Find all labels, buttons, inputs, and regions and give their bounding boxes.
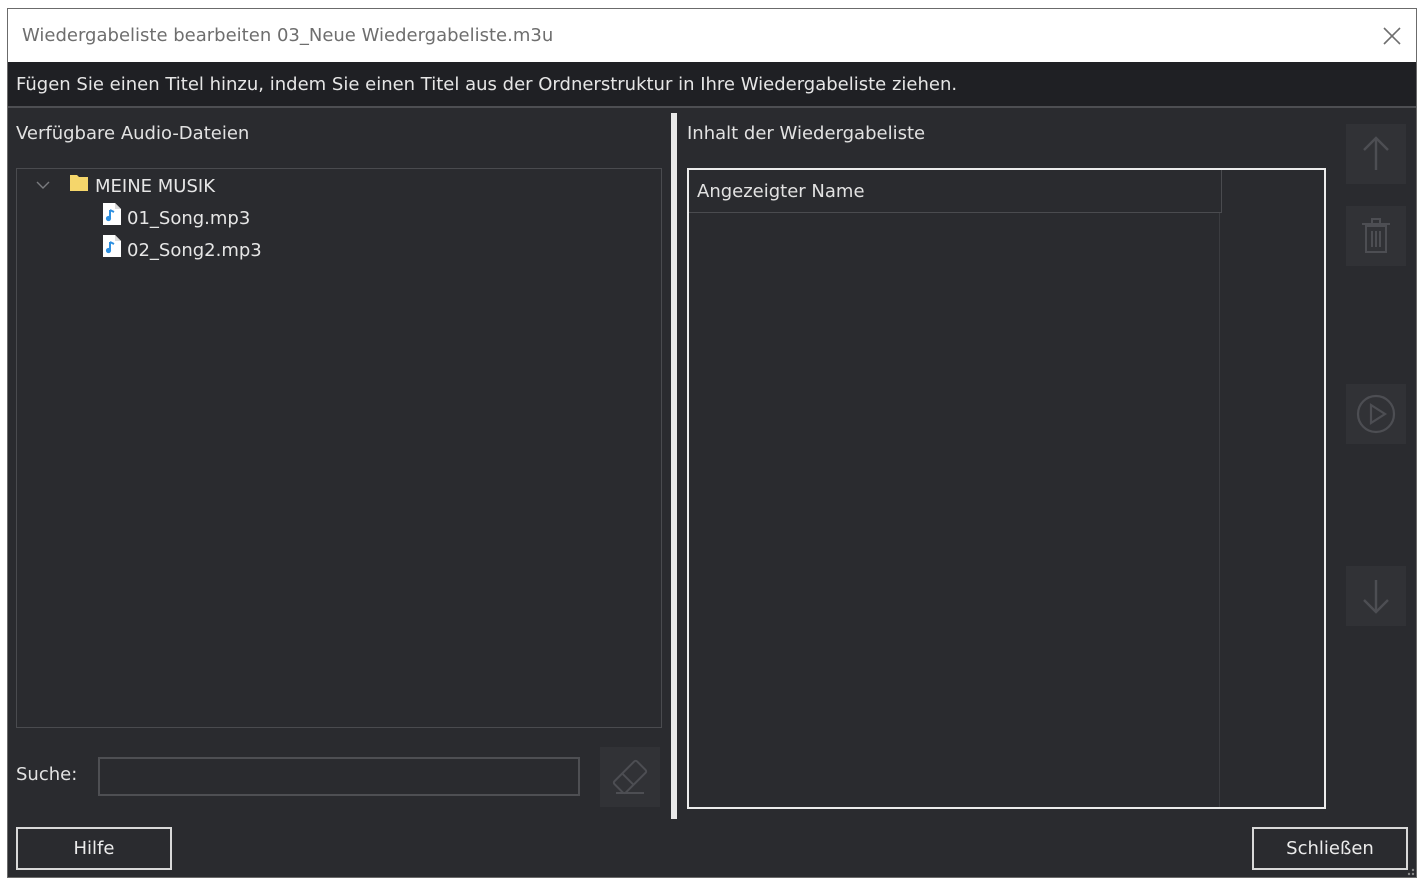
file-label: 01_Song.mp3 <box>127 208 251 229</box>
folder-tree[interactable]: MEINE MUSIK 01_Song.mp3 02_Song2.mp3 <box>16 168 662 728</box>
column-header-display-name[interactable]: Angezeigter Name <box>689 170 1222 213</box>
close-icon <box>1383 27 1401 45</box>
delete-icon <box>1362 218 1390 253</box>
search-input[interactable] <box>98 757 580 796</box>
move-down-button[interactable] <box>1346 566 1406 626</box>
resize-grip-icon[interactable] <box>1400 861 1416 877</box>
play-button[interactable] <box>1346 384 1406 444</box>
folder-label: MEINE MUSIK <box>95 176 216 197</box>
help-button[interactable]: Hilfe <box>16 827 172 870</box>
audio-file-icon <box>101 234 123 268</box>
playlist-table[interactable]: Angezeigter Name <box>687 168 1326 809</box>
close-dialog-button[interactable]: Schließen <box>1252 827 1408 870</box>
move-up-button[interactable] <box>1346 124 1406 184</box>
available-files-label: Verfügbare Audio-Dateien <box>16 123 250 144</box>
file-label: 02_Song2.mp3 <box>127 240 262 261</box>
move-up-icon <box>1363 136 1389 170</box>
playlist-content-label: Inhalt der Wiedergabeliste <box>687 123 926 144</box>
eraser-icon <box>612 759 648 795</box>
play-icon <box>1356 394 1396 434</box>
search-label: Suche: <box>16 764 78 785</box>
folder-icon <box>67 170 91 204</box>
clear-search-button[interactable] <box>600 747 660 807</box>
close-button[interactable] <box>1374 18 1410 54</box>
window-title: Wiedergabeliste bearbeiten 03_Neue Wiede… <box>22 25 554 46</box>
title-bar: Wiedergabeliste bearbeiten 03_Neue Wiede… <box>8 9 1416 62</box>
instruction-text: Fügen Sie einen Titel hinzu, indem Sie e… <box>8 62 1416 108</box>
chevron-down-icon[interactable] <box>33 175 53 195</box>
column-divider <box>1219 213 1220 807</box>
delete-button[interactable] <box>1346 206 1406 266</box>
playlist-editor-dialog: Wiedergabeliste bearbeiten 03_Neue Wiede… <box>7 8 1417 878</box>
audio-file-icon <box>101 202 123 236</box>
tree-folder-item[interactable]: MEINE MUSIK <box>67 170 215 200</box>
move-down-icon <box>1363 580 1389 614</box>
tree-file-item[interactable]: 01_Song.mp3 <box>101 202 250 232</box>
tree-file-item[interactable]: 02_Song2.mp3 <box>101 234 262 264</box>
panel-splitter[interactable] <box>671 113 677 819</box>
